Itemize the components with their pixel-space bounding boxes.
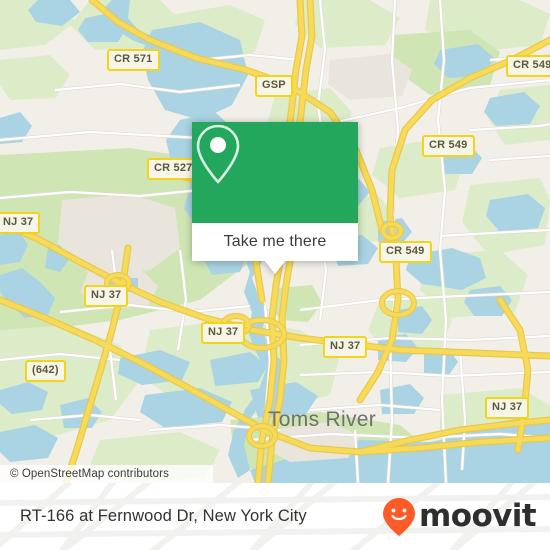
road-shield-nj-37-left-top: NJ 37: [0, 212, 41, 234]
popup-image-area: [192, 122, 358, 223]
footer-bar: RT-166 at Fernwood Dr, New York City moo…: [0, 483, 550, 550]
station-title: RT-166 at Fernwood Dr, New York City: [20, 507, 307, 525]
take-me-there-popup[interactable]: Take me there: [192, 122, 358, 274]
popup-action-label[interactable]: Take me there: [192, 223, 358, 261]
map-pin-icon: [196, 124, 240, 184]
map-canvas[interactable]: CR 571 GSP CR 549 CR 527 CR 549 NJ 37 CR…: [0, 0, 550, 483]
road-shield-cr-571: CR 571: [107, 49, 160, 71]
road-shield-gsp: GSP: [255, 75, 293, 97]
road-shield-cr-549-mid: CR 549: [422, 135, 475, 157]
road-shield-route-642: (642): [25, 360, 66, 382]
road-shield-nj-37-center: NJ 37: [323, 336, 368, 358]
road-shield-nj-37-right: NJ 37: [485, 397, 530, 419]
popup-pointer: [264, 260, 286, 274]
road-shield-nj-37-mid: NJ 37: [201, 322, 246, 344]
place-label-toms-river: Toms River: [268, 408, 377, 431]
moovit-logo[interactable]: moovit: [382, 483, 537, 550]
road-shield-cr-549-top-right: CR 549: [506, 55, 550, 77]
moovit-smiley-pin-icon: [383, 497, 416, 536]
moovit-wordmark: moovit: [419, 498, 537, 534]
road-shield-cr-549-lower: CR 549: [379, 241, 432, 263]
moovit-map-screenshot: CR 571 GSP CR 549 CR 527 CR 549 NJ 37 CR…: [0, 0, 550, 550]
map-attribution[interactable]: © OpenStreetMap contributors: [0, 465, 213, 483]
road-shield-nj-37-left-mid: NJ 37: [84, 285, 129, 307]
